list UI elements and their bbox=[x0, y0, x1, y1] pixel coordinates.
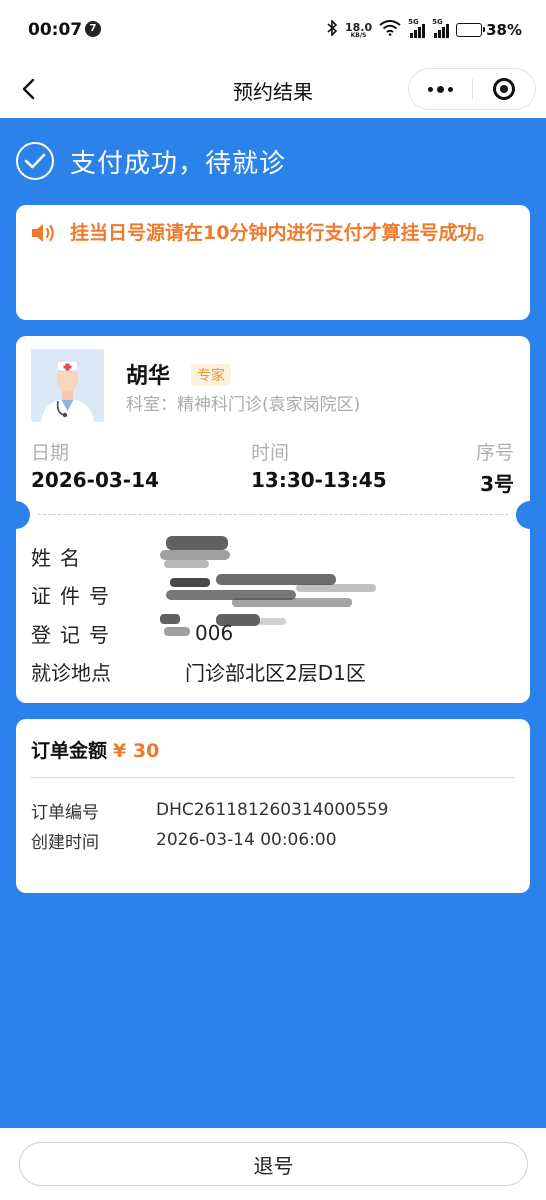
more-dots-icon bbox=[427, 86, 433, 92]
patient-location-label: 就诊地点 bbox=[31, 661, 111, 686]
order-details: 订单编号 DHC261181260314000559 创建时间 2026-03-… bbox=[31, 795, 388, 855]
doctor-name: 胡华 bbox=[126, 364, 171, 389]
sequence-value: 3号 bbox=[480, 472, 514, 496]
notice-text: 挂当日号源请在10分钟内进行支付才算挂号成功。 bbox=[70, 222, 496, 244]
privacy-redaction-scribble bbox=[160, 536, 376, 636]
status-time: 00:07 bbox=[28, 20, 83, 40]
patient-location-row: 就诊地点 门诊部北区2层D1区 bbox=[31, 653, 514, 692]
target-circle-icon bbox=[492, 78, 515, 100]
time-label: 时间 bbox=[251, 442, 290, 464]
refund-button[interactable]: 退号 bbox=[19, 1142, 528, 1186]
doctor-department: 科室：精神科门诊(袁家岗院区) bbox=[126, 395, 361, 415]
order-created-value: 2026-03-14 00:06:00 bbox=[156, 830, 337, 850]
miniprogram-capsule bbox=[408, 68, 536, 110]
status-icons: 18.0 KB/S 5G 5G 38% bbox=[327, 18, 522, 42]
order-card: 订单金额 ¥ 30 订单编号 DHC261181260314000559 创建时间… bbox=[16, 719, 530, 893]
appointment-date: 日期 2026-03-14 bbox=[31, 438, 159, 492]
notice-card: 挂当日号源请在10分钟内进行支付才算挂号成功。 bbox=[16, 205, 530, 320]
signal-sim1-icon: 5G bbox=[408, 18, 426, 38]
bottom-bar: 退号 bbox=[0, 1128, 546, 1200]
wifi-icon bbox=[379, 20, 401, 40]
order-divider bbox=[31, 777, 515, 778]
speaker-icon bbox=[30, 222, 56, 248]
notification-badge: 7 bbox=[85, 21, 101, 37]
more-button[interactable] bbox=[409, 69, 472, 109]
battery: 38% bbox=[456, 21, 522, 39]
check-circle-icon bbox=[16, 142, 54, 180]
order-created-row: 创建时间 2026-03-14 00:06:00 bbox=[31, 825, 388, 855]
signal-sim2-icon: 5G bbox=[432, 18, 450, 38]
order-number-value: DHC261181260314000559 bbox=[156, 800, 389, 820]
order-amount-label: 订单金额 bbox=[31, 740, 108, 762]
order-amount-value: ¥ 30 bbox=[113, 740, 160, 762]
status-bar: 00:07 7 18.0 KB/S 5G 5G 38% bbox=[0, 0, 546, 60]
order-amount: 订单金额 ¥ 30 bbox=[31, 736, 159, 763]
net-speed-value: 18.0 bbox=[344, 20, 373, 34]
result-title: 支付成功，待就诊 bbox=[70, 148, 287, 179]
ticket-notch-right bbox=[516, 501, 544, 529]
battery-percent: 38% bbox=[486, 21, 522, 39]
doctor-title-badge: 专家 bbox=[191, 364, 231, 386]
appointment-sequence: 序号 3号 bbox=[476, 438, 514, 497]
bluetooth-icon bbox=[327, 19, 338, 40]
date-label: 日期 bbox=[31, 442, 70, 464]
battery-icon bbox=[456, 23, 486, 37]
order-number-label: 订单编号 bbox=[31, 802, 99, 823]
net-speed: 18.0 KB/S bbox=[345, 22, 372, 39]
order-created-label: 创建时间 bbox=[31, 832, 99, 853]
sim1-label: 5G bbox=[408, 18, 419, 26]
doctor-avatar bbox=[31, 349, 104, 422]
sequence-label: 序号 bbox=[475, 442, 514, 464]
close-miniprogram-button[interactable] bbox=[472, 69, 535, 109]
main-content: 支付成功，待就诊 挂当日号源请在10分钟内进行支付才算挂号成功。 胡华 专家 科… bbox=[0, 118, 546, 1128]
appointment-time: 时间 13:30-13:45 bbox=[251, 438, 387, 492]
result-header: 支付成功，待就诊 bbox=[16, 142, 286, 180]
order-number-row: 订单编号 DHC261181260314000559 bbox=[31, 795, 388, 825]
date-value: 2026-03-14 bbox=[31, 468, 159, 492]
ticket-notch-left bbox=[2, 501, 30, 529]
net-speed-unit: KB/S bbox=[350, 31, 367, 39]
time-value: 13:30-13:45 bbox=[251, 468, 387, 492]
sim2-label: 5G bbox=[432, 18, 443, 26]
appointment-ticket: 胡华 专家 科室：精神科门诊(袁家岗院区) 日期 2026-03-14 时间 1… bbox=[2, 336, 544, 703]
nav-bar: 预约结果 bbox=[0, 60, 546, 118]
patient-location-value: 门诊部北区2层D1区 bbox=[185, 661, 366, 686]
ticket-divider bbox=[38, 514, 508, 515]
